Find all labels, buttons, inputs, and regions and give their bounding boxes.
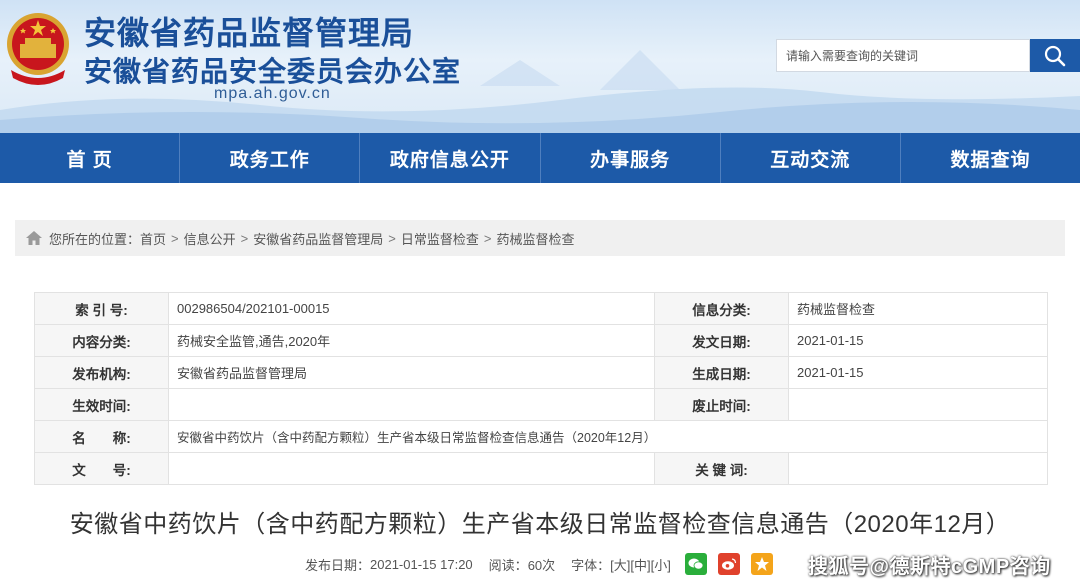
content-type-value: 药械安全监管,通告,2020年 (168, 324, 655, 357)
nav-item-services[interactable]: 办事服务 (541, 133, 721, 183)
search-icon (1044, 45, 1066, 66)
national-emblem-icon (7, 13, 69, 85)
table-row: 发布机构: 安徽省药品监督管理局 生成日期: 2021-01-15 (34, 356, 1048, 389)
weibo-icon (721, 558, 736, 570)
created-date-value: 2021-01-15 (788, 356, 1048, 389)
breadcrumb-separator: > (240, 230, 249, 246)
share-buttons (684, 553, 784, 575)
breadcrumb-separator: > (483, 230, 492, 246)
issue-date-value: 2021-01-15 (788, 324, 1048, 357)
breadcrumb-link-drug-device-inspection[interactable]: 药械监督检查 (496, 229, 574, 248)
watermark: 搜狐号@德斯特cGMP咨询 (808, 556, 1051, 578)
issue-date-label: 发文日期: (654, 324, 789, 357)
document-info-table: 索 引 号: 002986504/202101-00015 信息分类: 药械监督… (34, 292, 1048, 485)
table-row: 文 号: 关 键 词: (34, 452, 1048, 485)
main-nav: 首 页 政务工作 政府信息公开 办事服务 互动交流 数据查询 (0, 133, 1080, 183)
document-name-label: 名 称: (34, 420, 169, 453)
font-size-medium-link[interactable]: [中] (630, 555, 650, 574)
index-number-value: 002986504/202101-00015 (168, 292, 655, 325)
publisher-label: 发布机构: (34, 356, 169, 389)
search-input[interactable] (777, 40, 1029, 71)
qzone-icon (754, 557, 769, 571)
breadcrumb-separator: > (171, 230, 179, 246)
breadcrumb-separator: > (388, 230, 396, 246)
site-title-secondary: 安徽省药品安全委员会办公室 (84, 56, 462, 87)
table-row: 内容分类: 药械安全监管,通告,2020年 发文日期: 2021-01-15 (34, 324, 1048, 357)
document-number-label: 文 号: (34, 452, 169, 485)
site-title-primary: 安徽省药品监督管理局 (84, 15, 415, 51)
nav-item-government-affairs[interactable]: 政务工作 (180, 133, 361, 183)
share-wechat-button[interactable] (684, 553, 707, 575)
search-button[interactable] (1030, 39, 1080, 72)
article-title: 安徽省中药饮片（含中药配方颗粒）生产省本级日常监督检查信息通告（2020年12月… (69, 511, 1011, 538)
font-size-small-link[interactable]: [小] (651, 555, 671, 574)
info-category-value: 药械监督检查 (788, 292, 1048, 325)
breadcrumb-link-routine-inspection[interactable]: 日常监督检查 (401, 229, 479, 248)
table-row: 生效时间: 废止时间: (34, 388, 1048, 421)
home-icon (26, 231, 42, 245)
table-row: 名 称: 安徽省中药饮片（含中药配方颗粒）生产省本级日常监督检查信息通告（202… (34, 420, 1048, 453)
document-number-value (168, 452, 655, 485)
read-count-label: 阅读： (488, 557, 528, 573)
publish-date-label: 发布日期： (305, 557, 371, 573)
info-category-label: 信息分类: (654, 292, 789, 325)
nav-item-info-disclosure[interactable]: 政府信息公开 (360, 133, 541, 183)
read-count-value: 60次 (527, 557, 556, 573)
breadcrumb-link-home[interactable]: 首页 (140, 229, 166, 248)
keywords-label: 关 键 词: (654, 452, 789, 485)
breadcrumb-link-info-disclosure[interactable]: 信息公开 (184, 229, 236, 248)
nav-item-home[interactable]: 首 页 (0, 133, 181, 183)
breadcrumb-link-bureau[interactable]: 安徽省药品监督管理局 (253, 229, 383, 248)
index-number-label: 索 引 号: (34, 292, 169, 325)
share-weibo-button[interactable] (717, 553, 740, 575)
publish-date-value: 2021-01-15 17:20 (370, 556, 473, 572)
created-date-label: 生成日期: (654, 356, 789, 389)
site-header: 安徽省药品监督管理局 安徽省药品安全委员会办公室 mpa.ah.gov.cn (0, 0, 1080, 133)
document-name-value: 安徽省中药饮片（含中药配方颗粒）生产省本级日常监督检查信息通告（2020年12月… (168, 420, 1048, 453)
publisher-value: 安徽省药品监督管理局 (168, 356, 655, 389)
nav-item-data-query[interactable]: 数据查询 (901, 133, 1080, 183)
breadcrumb-prefix: 您所在的位置： (49, 231, 141, 247)
nav-item-interaction[interactable]: 互动交流 (721, 133, 901, 183)
breadcrumb: 您所在的位置： 首页 > 信息公开 > 安徽省药品监督管理局 > 日常监督检查 … (15, 220, 1065, 256)
share-qzone-button[interactable] (750, 553, 773, 575)
site-url: mpa.ah.gov.cn (214, 85, 331, 102)
font-size-label: 字体： (571, 557, 611, 573)
abolish-time-value (788, 388, 1048, 421)
abolish-time-label: 废止时间: (654, 388, 789, 421)
font-size-large-link[interactable]: [大] (610, 555, 630, 574)
effective-time-value (168, 388, 655, 421)
wechat-icon (688, 558, 704, 570)
article-meta: 发布日期： 2021-01-15 17:20 阅读： 60次 字体： [大] [… (305, 553, 784, 575)
table-row: 索 引 号: 002986504/202101-00015 信息分类: 药械监督… (34, 292, 1048, 325)
content-type-label: 内容分类: (34, 324, 169, 357)
search-box (776, 39, 1030, 72)
keywords-value (788, 452, 1048, 485)
effective-time-label: 生效时间: (34, 388, 169, 421)
